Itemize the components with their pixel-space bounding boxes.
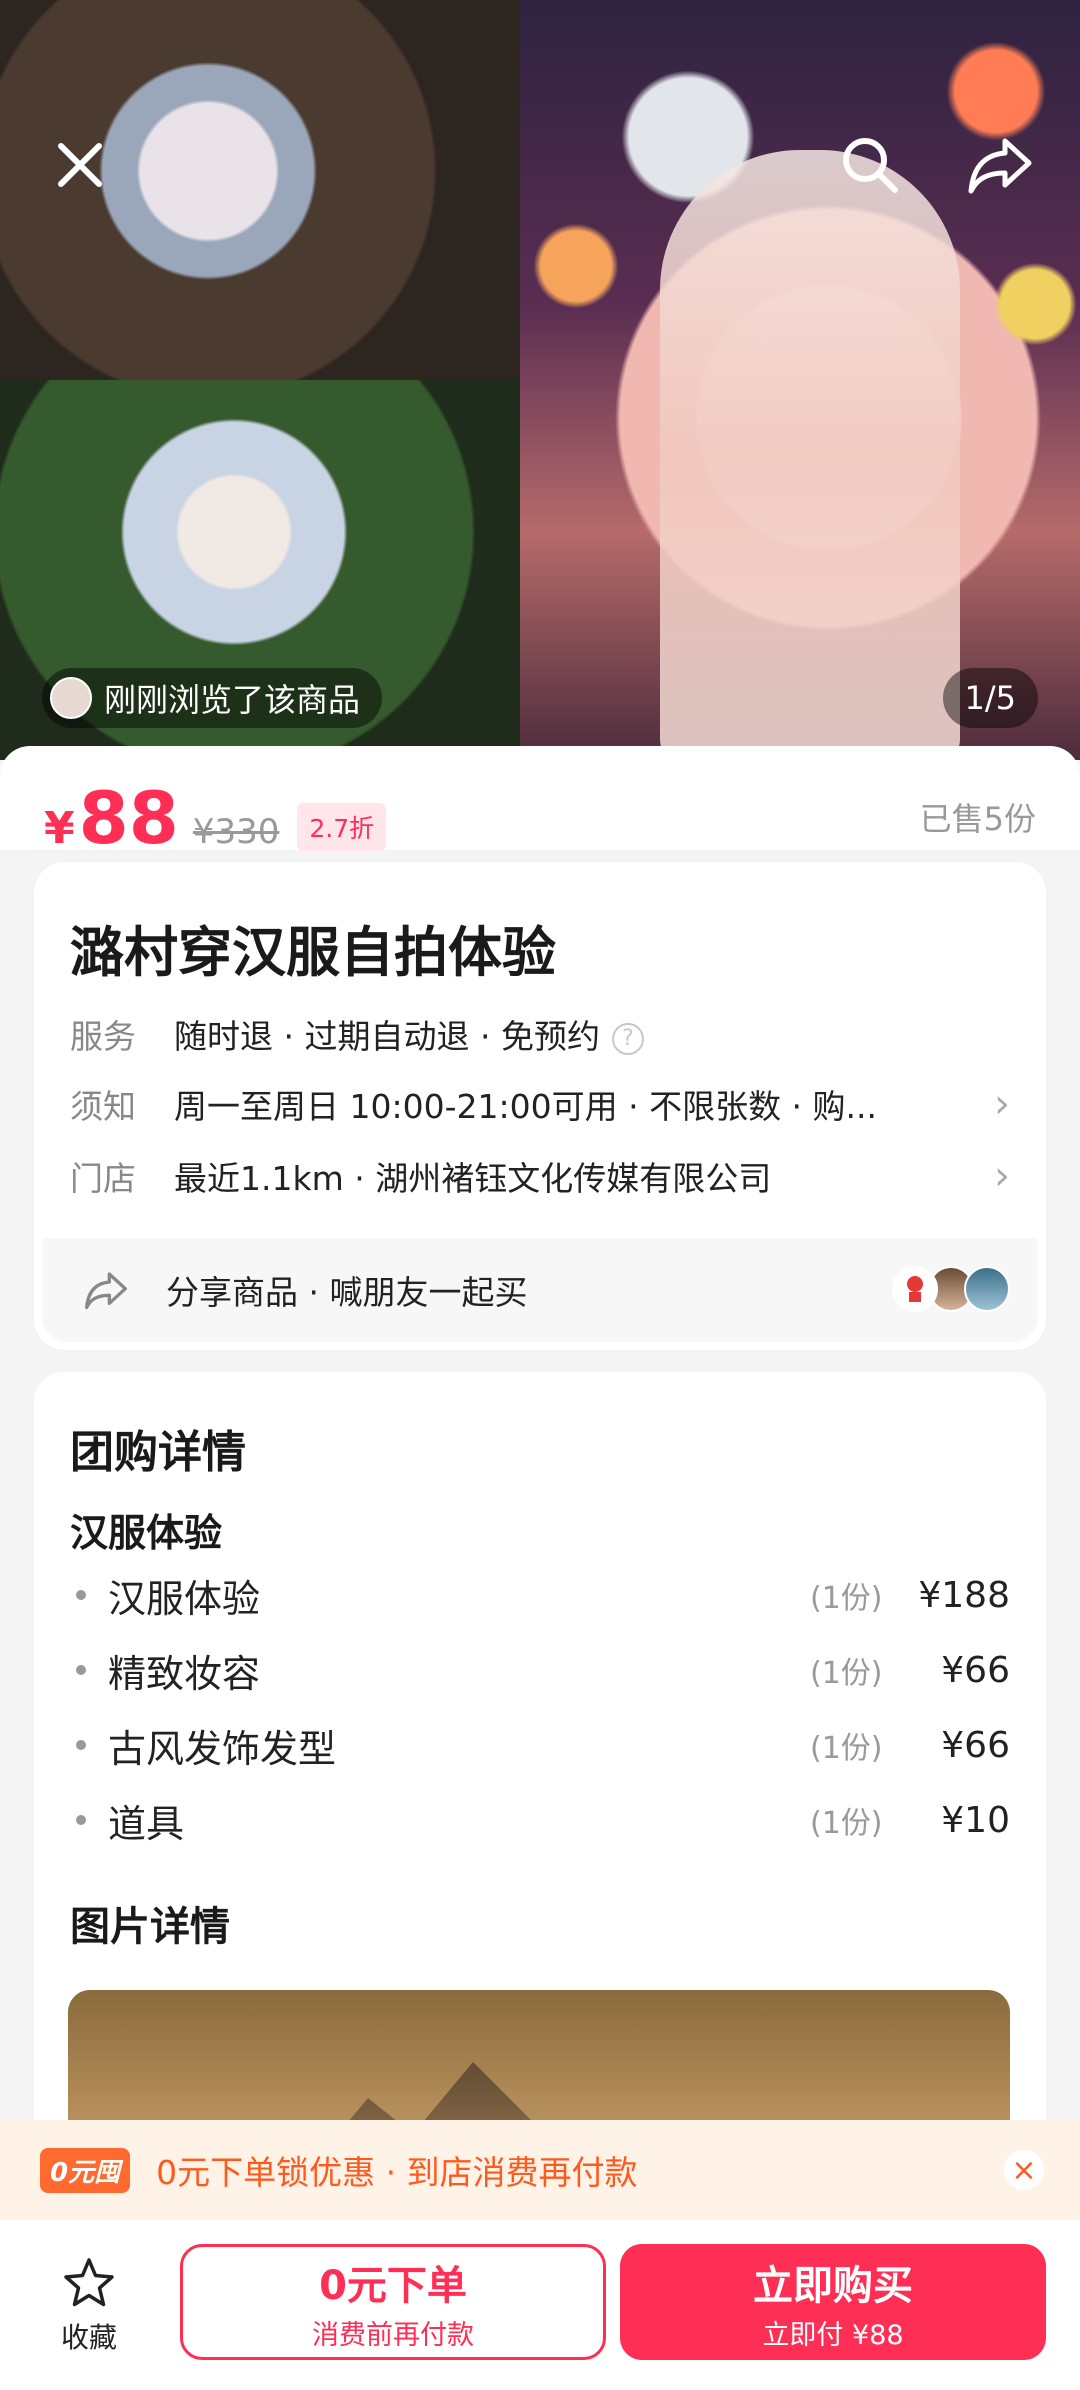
promo-banner[interactable]: 0元囤 0元下单锁优惠 · 到店消费再付款 ×	[0, 2120, 1080, 2220]
item-price: ¥10	[941, 1799, 1010, 1841]
original-price: ¥330	[192, 812, 280, 852]
star-icon	[64, 2258, 114, 2307]
item-price: ¥66	[941, 1724, 1010, 1766]
service-value-wrap: 随时退 · 过期自动退 · 免预约?	[174, 1010, 1010, 1058]
discount-badge: 2.7折	[297, 803, 387, 851]
item-qty: (1份)	[810, 1581, 883, 1616]
detail-group-title: 汉服体验	[70, 1511, 223, 1555]
share-product-strip[interactable]: 分享商品 · 喊朋友一起买	[42, 1238, 1038, 1342]
item-qty: (1份)	[810, 1656, 883, 1691]
search-icon	[843, 138, 898, 193]
favorite-label: 收藏	[60, 2321, 117, 2354]
notice-value: 周一至周日 10:00-21:00可用 · 不限张数 · 购...	[174, 1087, 878, 1126]
list-item: 道具 (1份) ¥10	[70, 1789, 1010, 1851]
bottom-action-bar: 收藏 0元下单 消费前再付款 立即购买 立即付 ¥88	[0, 2220, 1080, 2390]
store-label: 门店	[70, 1159, 136, 1198]
image-detail-heading: 图片详情	[70, 1904, 230, 1950]
close-icon	[58, 143, 102, 187]
share-icon	[968, 138, 1032, 194]
bullet	[76, 1665, 86, 1675]
promo-tag: 0元囤	[40, 2147, 131, 2193]
store-value: 最近1.1km · 湖州褚钰文化传媒有限公司	[174, 1159, 772, 1198]
item-name: 汉服体验	[108, 1576, 261, 1621]
sold-count: 已售5份	[919, 800, 1036, 838]
service-row[interactable]: 服务 随时退 · 过期自动退 · 免预约?	[70, 1004, 1010, 1064]
carousel-page-indicator: 1/5	[942, 668, 1038, 728]
bullet	[76, 1815, 86, 1825]
item-price: ¥188	[918, 1574, 1010, 1616]
item-qty: (1份)	[810, 1731, 883, 1766]
store-row[interactable]: 门店 最近1.1km · 湖州褚钰文化传媒有限公司 ›	[70, 1146, 1010, 1206]
zero-order-title: 0元下单	[319, 2262, 467, 2309]
friend-avatars	[892, 1266, 1010, 1312]
price-row: ¥ 88 ¥330 2.7折 已售5份	[44, 776, 1036, 866]
list-item: 汉服体验 (1份) ¥188	[70, 1564, 1010, 1626]
notice-label: 须知	[70, 1087, 136, 1126]
product-title: 潞村穿汉服自拍体验	[70, 921, 556, 984]
service-value: 随时退 · 过期自动退 · 免预约	[174, 1017, 600, 1056]
currency-symbol: ¥	[44, 803, 75, 854]
chevron-right-icon: ›	[994, 1153, 1010, 1199]
zero-order-subtitle: 消费前再付款	[312, 2319, 474, 2351]
zero-order-button[interactable]: 0元下单 消费前再付款	[180, 2244, 606, 2360]
chevron-right-icon: ›	[994, 1081, 1010, 1127]
service-label: 服务	[70, 1017, 136, 1056]
recently-viewed-pill: 刚刚浏览了该商品	[42, 668, 383, 728]
share-label: 分享商品 · 喊朋友一起买	[166, 1273, 528, 1312]
bullet	[76, 1590, 86, 1600]
detail-heading: 团购详情	[70, 1427, 246, 1478]
item-name: 道具	[108, 1801, 185, 1846]
promo-text: 0元下单锁优惠 · 到店消费再付款	[156, 2153, 638, 2192]
buy-now-button[interactable]: 立即购买 立即付 ¥88	[620, 2244, 1046, 2360]
item-price: ¥66	[941, 1649, 1010, 1691]
hero-figure	[660, 150, 960, 760]
share-icon	[85, 1272, 127, 1309]
avatar	[964, 1266, 1010, 1312]
product-info-card: 潞村穿汉服自拍体验 服务 随时退 · 过期自动退 · 免预约? 须知 周一至周日…	[34, 862, 1046, 1350]
close-button[interactable]	[35, 120, 125, 210]
bullet	[76, 1740, 86, 1750]
avatar	[892, 1266, 938, 1312]
current-price: 88	[78, 776, 179, 860]
hero-image-carousel[interactable]: 刚刚浏览了该商品 1/5	[0, 0, 1080, 760]
item-qty: (1份)	[810, 1806, 883, 1841]
help-icon[interactable]: ?	[611, 1022, 644, 1055]
item-name: 古风发饰发型	[108, 1726, 337, 1771]
search-button[interactable]	[825, 120, 915, 210]
recently-viewed-text: 刚刚浏览了该商品	[104, 681, 361, 719]
item-name: 精致妆容	[108, 1651, 261, 1696]
viewer-avatar	[50, 677, 92, 719]
share-button[interactable]	[955, 120, 1045, 210]
notice-row[interactable]: 须知 周一至周日 10:00-21:00可用 · 不限张数 · 购... ›	[70, 1074, 1010, 1134]
favorite-button[interactable]: 收藏	[44, 2256, 134, 2366]
list-item: 古风发饰发型 (1份) ¥66	[70, 1714, 1010, 1776]
list-item: 精致妆容 (1份) ¥66	[70, 1639, 1010, 1701]
close-icon[interactable]: ×	[1004, 2150, 1044, 2190]
buy-now-subtitle: 立即付 ¥88	[762, 2319, 904, 2351]
buy-now-title: 立即购买	[753, 2262, 913, 2309]
